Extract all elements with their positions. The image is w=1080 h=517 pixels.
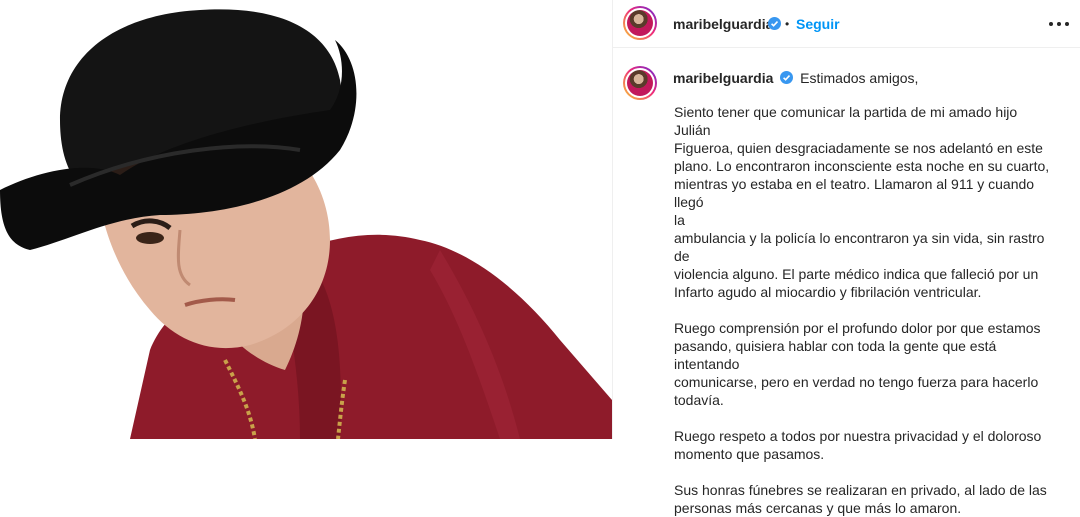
caption-first-line: maribelguardia Estimados amigos, <box>673 70 918 86</box>
caption-lead: Estimados amigos, <box>800 70 919 86</box>
caption-avatar[interactable] <box>623 66 657 100</box>
verified-badge-icon <box>780 71 794 84</box>
caption-line: Siento tener que comunicar la partida de… <box>674 104 1018 138</box>
caption-line: ambulancia y la policía lo encontraron y… <box>674 230 1045 264</box>
caption-line: comunicarse, pero en verdad no tengo fue… <box>674 374 1039 390</box>
post-details-panel: maribelguardia • Seguir maribelguardia E… <box>613 0 1080 516</box>
caption-line: pasando, quisiera hablar con toda la gen… <box>674 338 997 372</box>
caption-blank-line <box>674 301 1054 319</box>
caption-line: Infarto agudo al miocardio y fibrilación… <box>674 284 982 300</box>
header-avatar[interactable] <box>623 6 657 40</box>
caption-line: plano. Lo encontraron inconsciente esta … <box>674 158 1050 174</box>
post-photo-illustration <box>0 0 612 439</box>
caption-blank-line <box>674 463 1054 481</box>
caption-line: violencia alguno. El parte médico indica… <box>674 266 1039 282</box>
post-header: maribelguardia • Seguir <box>613 0 1080 48</box>
post-photo[interactable] <box>0 0 612 439</box>
caption-username[interactable]: maribelguardia <box>673 70 773 86</box>
caption-line: todavía. <box>674 392 724 408</box>
caption-line: la <box>674 212 685 228</box>
caption-line: Ruego comprensión por el profundo dolor … <box>674 320 1041 336</box>
caption-line: momento que pasamos. <box>674 446 825 462</box>
caption-text: Siento tener que comunicar la partida de… <box>674 103 1054 517</box>
more-options-icon[interactable] <box>1049 14 1071 34</box>
caption-blank-line <box>674 409 1054 427</box>
caption-line: Ruego respeto a todos por nuestra privac… <box>674 428 1042 444</box>
caption-line: personas más cercanas y que más lo amaro… <box>674 500 962 516</box>
avatar-image <box>627 10 653 36</box>
follow-button[interactable]: Seguir <box>796 16 840 32</box>
avatar-image <box>627 70 653 96</box>
avatar-ring-inner <box>625 68 655 98</box>
header-separator: • <box>785 17 790 31</box>
caption-line: Figueroa, quien desgraciadamente se nos … <box>674 140 1043 156</box>
caption-line: mientras yo estaba en el teatro. Llamaro… <box>674 176 1035 210</box>
header-username[interactable]: maribelguardia <box>673 16 773 32</box>
verified-badge-icon <box>768 17 781 30</box>
avatar-ring-inner <box>625 8 655 38</box>
caption-line: Sus honras fúnebres se realizaran en pri… <box>674 482 1047 498</box>
